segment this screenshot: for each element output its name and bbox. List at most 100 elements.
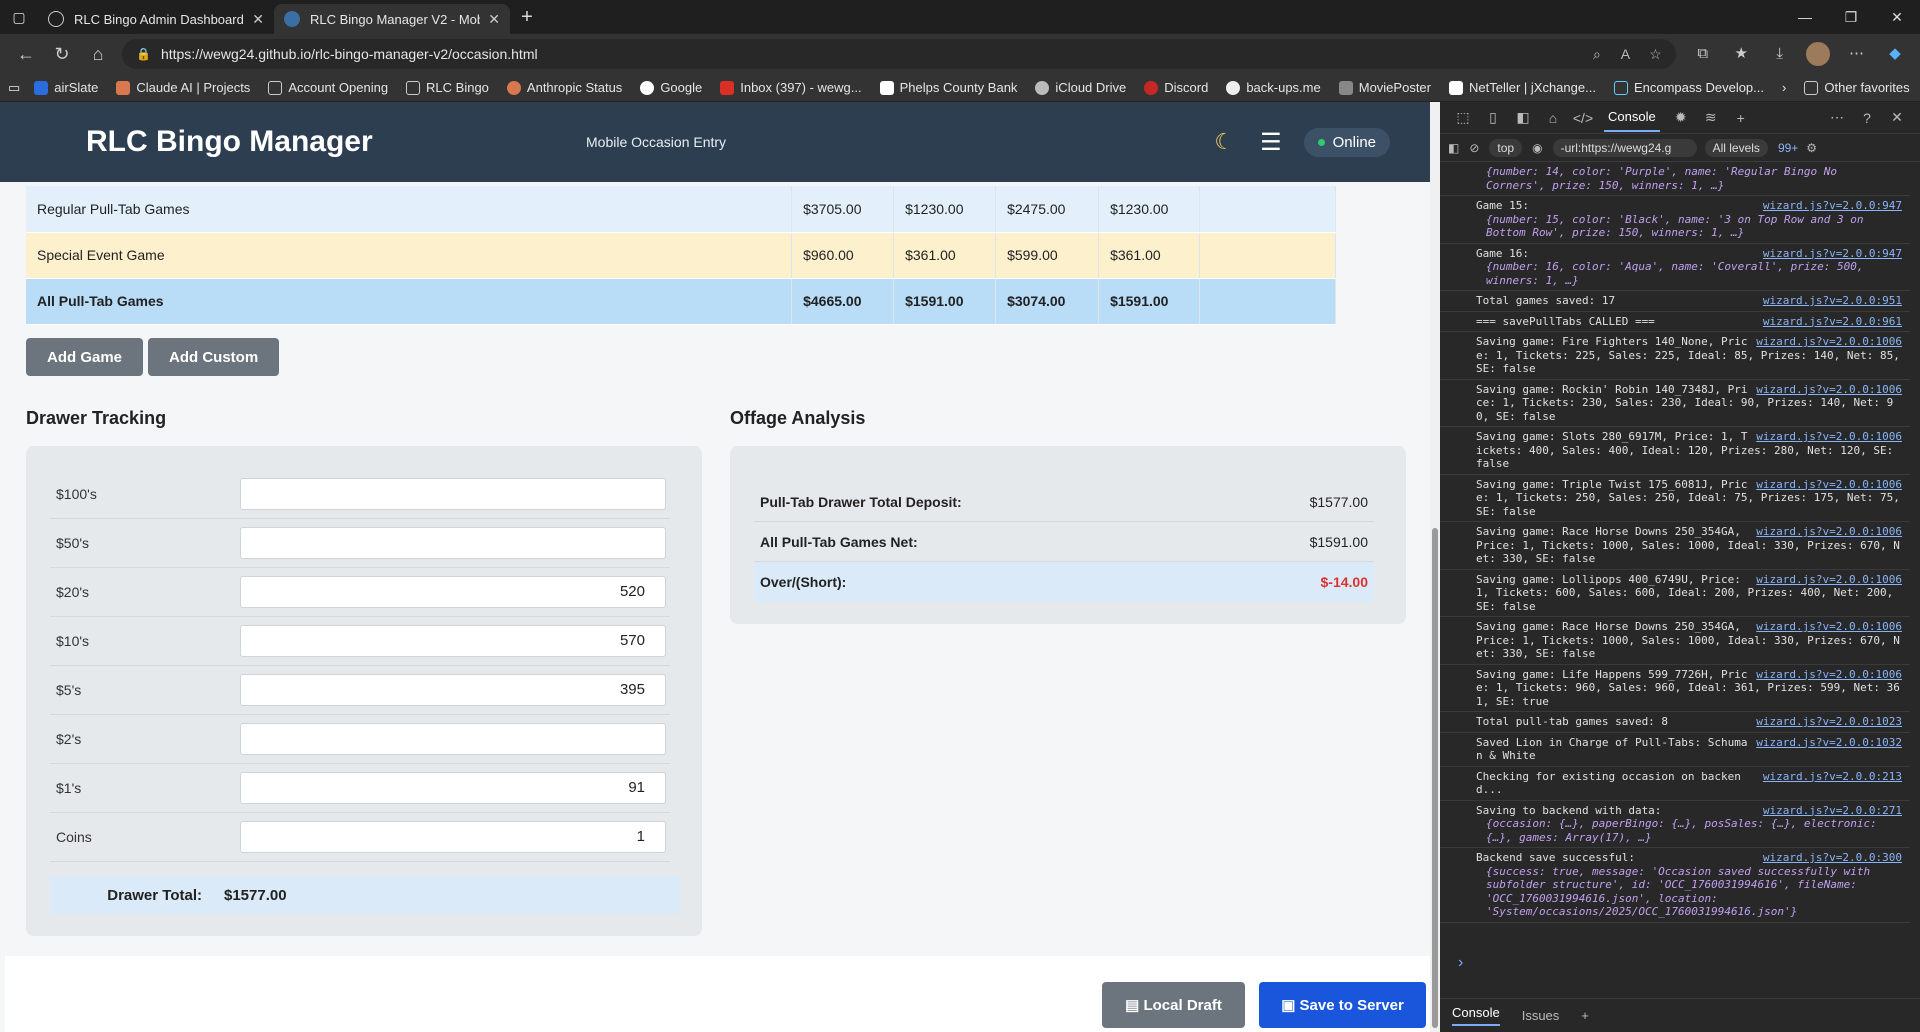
log-object[interactable]: {number: 14, color: 'Purple', name: 'Reg… [1476,165,1902,192]
bookmark-account-opening[interactable]: Account Opening [268,80,388,95]
downloads-icon[interactable]: ⤓ [1763,45,1797,62]
profile-avatar[interactable] [1801,42,1835,66]
eye-icon[interactable]: ◉ [1532,141,1542,155]
bookmark-airslate[interactable]: airSlate [34,80,98,95]
bookmark-netteller[interactable]: NetTeller | jXchange... [1448,80,1596,95]
local-draft-button[interactable]: ▤ Local Draft [1102,982,1245,1028]
log-source-link[interactable]: wizard.js?v=2.0.0:300 [1763,851,1902,865]
log-object[interactable]: {number: 16, color: 'Aqua', name: 'Cover… [1476,260,1902,287]
denomination-input[interactable]: 91 [240,772,666,804]
extensions-icon[interactable]: ⧉ [1686,45,1720,62]
close-icon[interactable]: ✕ [488,11,500,28]
console-prompt-icon[interactable]: › [1458,954,1463,972]
add-tool-icon[interactable]: + [1726,110,1756,126]
page-scrollbar[interactable] [1430,102,1440,1032]
reload-icon[interactable]: ↻ [44,44,80,65]
more-icon[interactable]: ⋯ [1822,109,1852,126]
settings-gear-icon[interactable]: ⚙ [1806,141,1817,155]
log-source-link[interactable]: wizard.js?v=2.0.0:1023 [1756,715,1902,729]
log-object[interactable]: {number: 15, color: 'Black', name: '3 on… [1476,213,1902,240]
close-icon[interactable]: ✕ [252,11,264,28]
levels-select[interactable]: All levels [1704,138,1768,157]
read-aloud-icon[interactable]: A [1621,46,1630,62]
bookmark-phelps[interactable]: Phelps County Bank [879,80,1017,95]
debug-icon[interactable]: ✹ [1666,109,1696,126]
denomination-input[interactable]: 1 [240,821,666,853]
bookmark-movieposter[interactable]: MoviePoster [1338,80,1431,95]
sidebar-icon[interactable]: ◧ [1508,109,1538,126]
add-custom-button[interactable]: Add Custom [148,338,280,376]
favorite-star-icon[interactable]: ☆ [1649,46,1662,62]
bookmarks-toggle-icon[interactable]: ▭ [8,80,20,96]
tab-console[interactable]: Console [1604,103,1660,132]
denomination-input[interactable] [240,723,666,755]
close-icon[interactable]: ✕ [1882,109,1912,126]
drawer-tab-console[interactable]: Console [1452,1005,1500,1026]
issues-badge[interactable]: 99+ [1778,141,1798,155]
hamburger-menu-icon[interactable]: ☰ [1260,128,1282,157]
copilot-icon[interactable]: ◆ [1878,44,1912,62]
add-game-button[interactable]: Add Game [26,338,144,376]
zoom-icon[interactable]: ⌕ [1593,46,1601,62]
lock-icon[interactable]: 🔒 [136,47,151,61]
denomination-input[interactable]: 395 [240,674,666,706]
back-icon[interactable]: ← [8,44,44,65]
filter-input[interactable]: -url:https://wewg24.g [1552,138,1697,157]
chevron-right-icon[interactable]: › [1782,80,1786,95]
log-source-link[interactable]: wizard.js?v=2.0.0:947 [1763,199,1902,213]
clear-icon[interactable]: ⊘ [1469,141,1479,155]
bookmark-rlc-bingo[interactable]: RLC Bingo [406,80,489,95]
log-source-link[interactable]: wizard.js?v=2.0.0:947 [1763,247,1902,261]
welcome-icon[interactable]: ⌂ [1538,110,1568,126]
log-object[interactable]: {occasion: {…}, paperBingo: {…}, posSale… [1476,817,1902,844]
log-source-link[interactable]: wizard.js?v=2.0.0:961 [1763,315,1902,329]
restore-icon[interactable]: ❐ [1828,9,1874,26]
moon-icon[interactable]: ☾ [1214,129,1234,155]
url-input[interactable]: 🔒 https://wewg24.github.io/rlc-bingo-man… [122,39,1676,69]
bookmark-backups[interactable]: back-ups.me [1226,80,1321,95]
bookmark-anthropic-status[interactable]: Anthropic Status [506,80,622,95]
close-window-icon[interactable]: ✕ [1874,9,1920,26]
log-source-link[interactable]: wizard.js?v=2.0.0:1006 [1756,668,1902,682]
log-source-link[interactable]: wizard.js?v=2.0.0:1006 [1756,383,1902,397]
add-drawer-tab-icon[interactable]: + [1581,1008,1589,1023]
bookmark-encompass[interactable]: Encompass Develop... [1613,80,1764,95]
log-source-link[interactable]: wizard.js?v=2.0.0:1032 [1756,736,1902,750]
drawer-tab-issues[interactable]: Issues [1522,1008,1560,1023]
context-select[interactable]: top [1489,138,1523,157]
favorites-icon[interactable]: ★ [1724,44,1758,62]
other-favorites[interactable]: Other favorites [1804,80,1910,95]
log-source-link[interactable]: wizard.js?v=2.0.0:271 [1763,804,1902,818]
browser-tab-manager[interactable]: RLC Bingo Manager V2 - Mobile E ✕ [274,4,510,34]
log-source-link[interactable]: wizard.js?v=2.0.0:1006 [1756,478,1902,492]
sidebar-toggle-icon[interactable]: ◧ [1448,141,1459,155]
log-source-link[interactable]: wizard.js?v=2.0.0:1006 [1756,525,1902,539]
device-icon[interactable]: ▯ [1478,109,1508,126]
more-icon[interactable]: ⋯ [1840,44,1874,62]
log-object[interactable]: {success: true, message: 'Occasion saved… [1476,865,1902,919]
scroll-thumb[interactable] [1432,528,1438,1028]
save-to-server-button[interactable]: ▣ Save to Server [1259,982,1426,1028]
bookmark-claude[interactable]: Claude AI | Projects [116,80,250,95]
log-source-link[interactable]: wizard.js?v=2.0.0:951 [1763,294,1902,308]
new-tab-button[interactable]: + [510,6,544,29]
network-icon[interactable]: ≋ [1696,109,1726,126]
log-source-link[interactable]: wizard.js?v=2.0.0:1006 [1756,335,1902,349]
denomination-input[interactable]: 520 [240,576,666,608]
help-icon[interactable]: ? [1852,110,1882,126]
log-source-link[interactable]: wizard.js?v=2.0.0:1006 [1756,430,1902,444]
elements-icon[interactable]: </> [1568,110,1598,126]
inspect-icon[interactable]: ⬚ [1448,109,1478,126]
bookmark-discord[interactable]: Discord [1144,80,1208,95]
browser-tab-admin[interactable]: RLC Bingo Admin Dashboard ✕ [38,4,274,34]
bookmark-icloud[interactable]: iCloud Drive [1035,80,1126,95]
denomination-input[interactable] [240,527,666,559]
home-icon[interactable]: ⌂ [80,44,116,65]
log-source-link[interactable]: wizard.js?v=2.0.0:1006 [1756,620,1902,634]
bookmark-google[interactable]: Google [640,80,702,95]
tab-actions-icon[interactable]: ▢ [0,0,38,34]
denomination-input[interactable] [240,478,666,510]
bookmark-inbox[interactable]: Inbox (397) - wewg... [720,80,862,95]
minimize-icon[interactable]: — [1782,9,1828,26]
log-source-link[interactable]: wizard.js?v=2.0.0:213 [1763,770,1902,784]
